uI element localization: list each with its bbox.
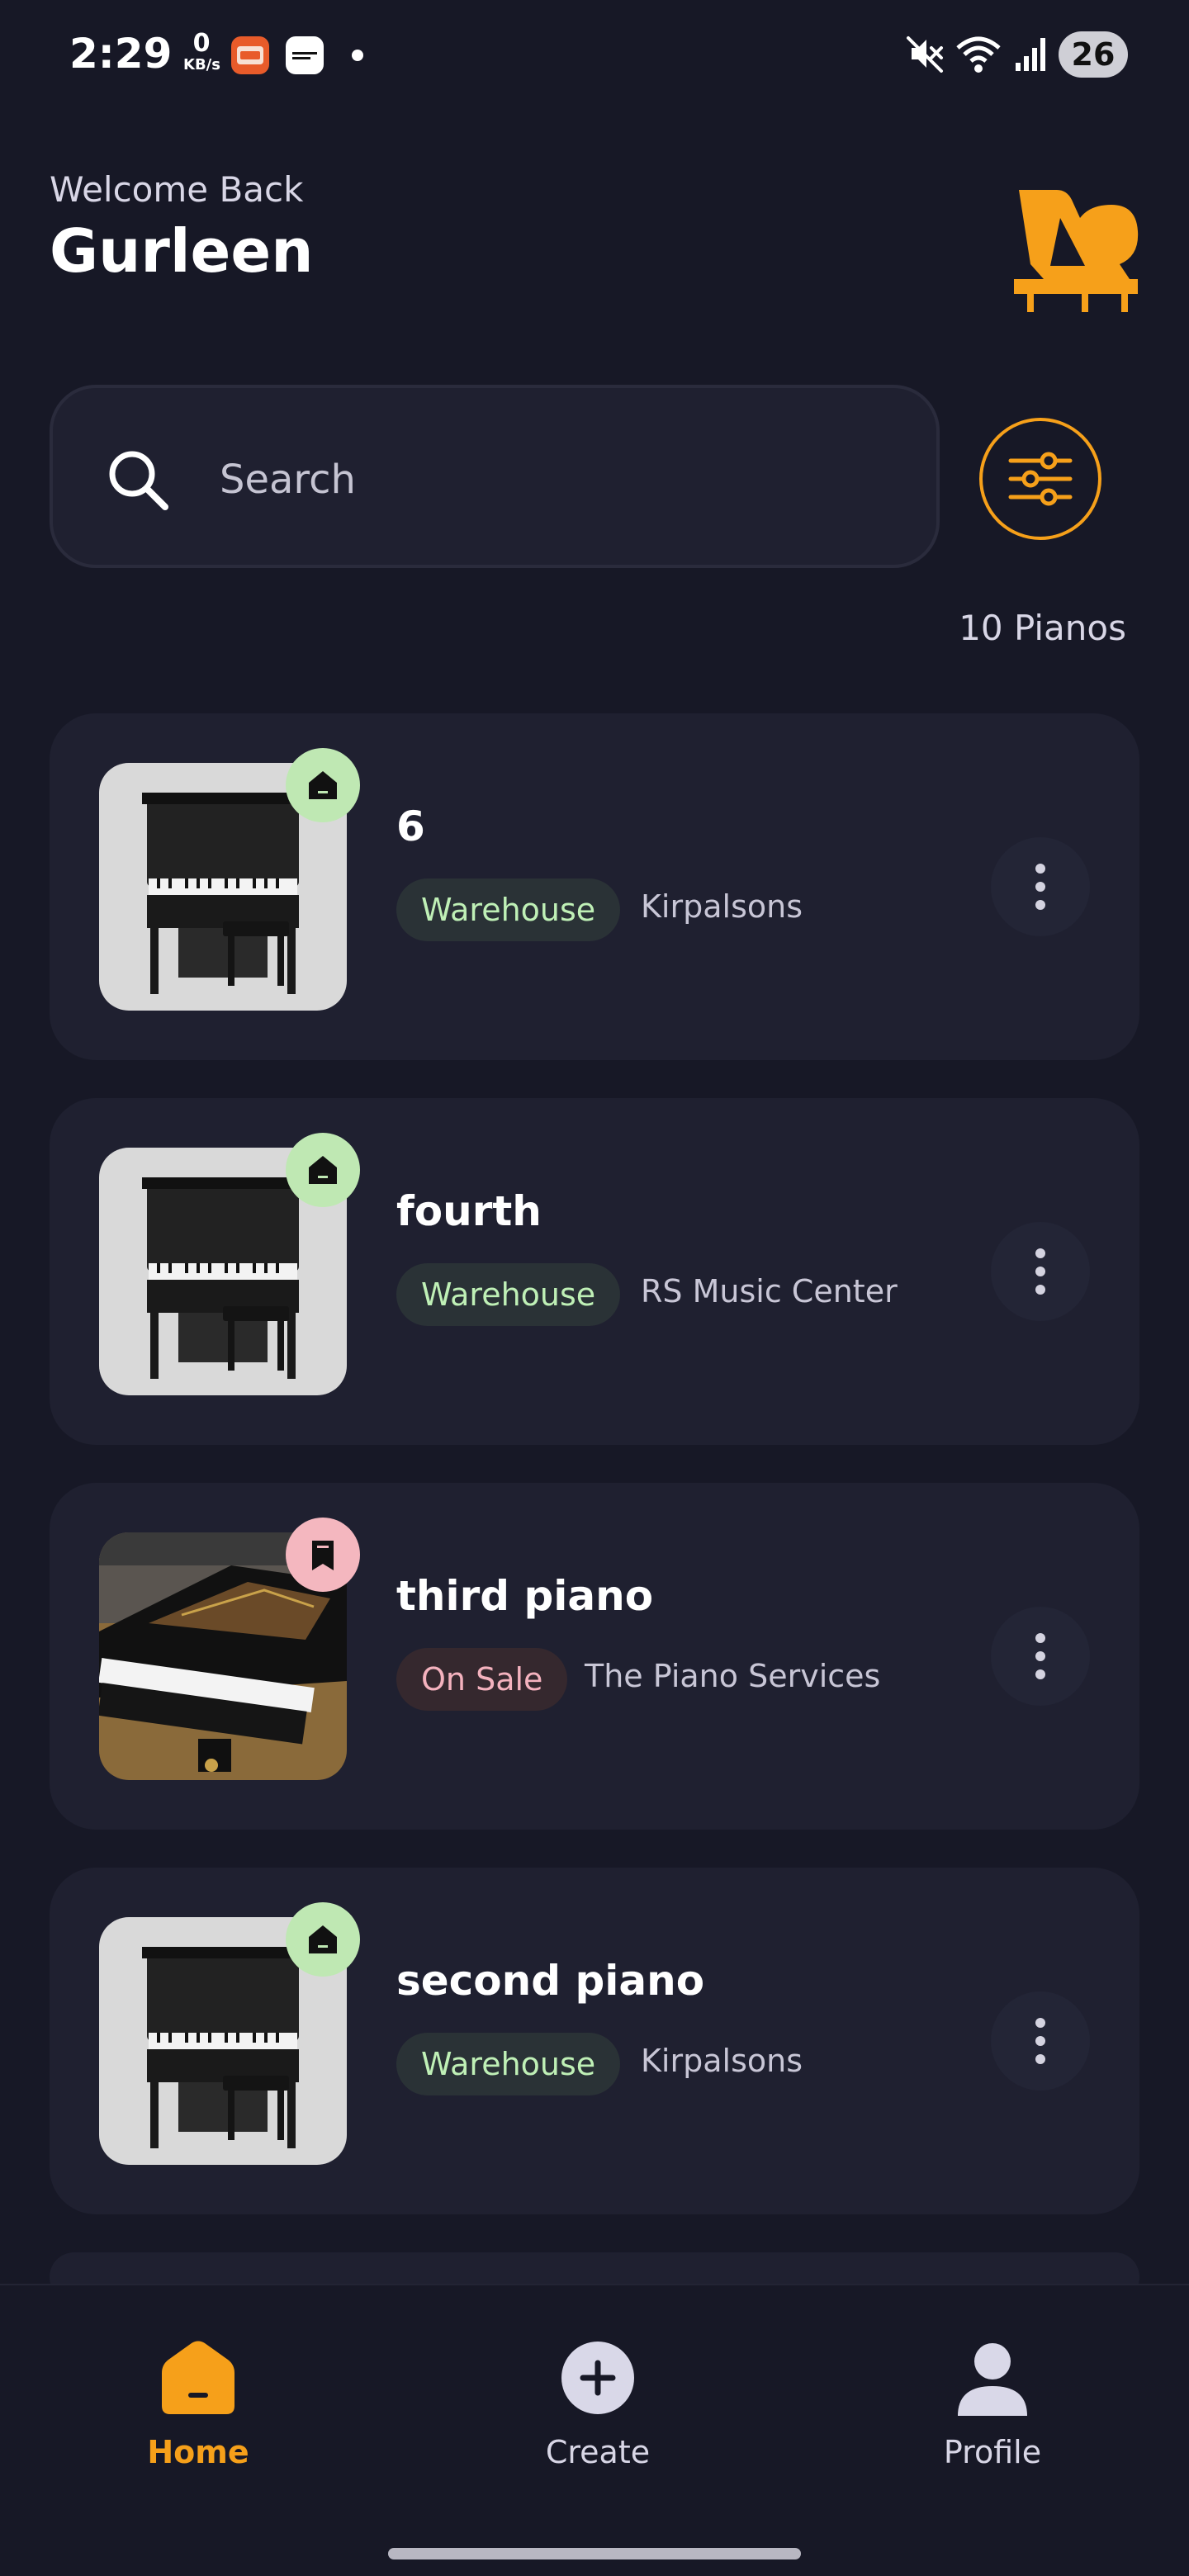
piano-name: fourth: [396, 1187, 542, 1235]
user-name: Gurleen: [50, 216, 314, 286]
home-icon: [309, 1925, 337, 1953]
more-options-button[interactable]: [991, 1607, 1090, 1706]
sliders-icon: [1008, 452, 1073, 506]
piano-count: 10 Pianos: [959, 608, 1126, 648]
grand-piano-logo: [1014, 190, 1139, 312]
search-input[interactable]: [218, 446, 882, 514]
nav-profile[interactable]: Profile: [885, 2340, 1100, 2470]
bookmark-badge: [286, 1518, 360, 1592]
welcome-text: Welcome Back: [50, 169, 304, 210]
status-bar: 2:29 0 KB/s 26: [0, 0, 1189, 107]
news-app-icon: [286, 36, 324, 74]
notification-dot: [352, 50, 363, 61]
nav-create-label: Create: [545, 2434, 651, 2470]
nav-home-label: Home: [147, 2434, 249, 2470]
piano-name: third piano: [396, 1572, 654, 1620]
piano-name: second piano: [396, 1957, 705, 2005]
home-icon: [309, 771, 337, 799]
piano-card[interactable]: second piano Warehouse Kirpalsons: [50, 1868, 1139, 2214]
battery-level: 26: [1071, 36, 1116, 73]
nav-profile-label: Profile: [943, 2434, 1042, 2470]
battery-icon: 26: [1059, 31, 1128, 78]
wifi-icon: [956, 36, 1001, 73]
status-time: 2:29: [69, 30, 173, 78]
piano-card[interactable]: third piano On Sale The Piano Services: [50, 1483, 1139, 1830]
net-speed-value: 0: [192, 29, 211, 58]
search-icon: [109, 451, 168, 510]
nav-home[interactable]: Home: [91, 2340, 306, 2470]
mute-icon: [907, 36, 943, 73]
store-name: The Piano Services: [585, 1658, 881, 1694]
more-options-button[interactable]: [991, 837, 1090, 936]
nav-create[interactable]: Create: [490, 2340, 705, 2470]
more-options-button[interactable]: [991, 1991, 1090, 2091]
store-name: Kirpalsons: [641, 2043, 803, 2079]
filter-button[interactable]: [979, 418, 1101, 540]
home-icon: [162, 2341, 234, 2414]
status-tag: Warehouse: [396, 1263, 621, 1326]
piano-card[interactable]: fourth Warehouse RS Music Center: [50, 1098, 1139, 1445]
signal-icon: [1016, 38, 1045, 71]
more-options-button[interactable]: [991, 1222, 1090, 1321]
net-speed: 0 KB/s: [183, 31, 220, 73]
status-tag: On Sale: [396, 1648, 568, 1711]
piano-name: 6: [396, 803, 425, 850]
plus-circle-icon: [561, 2342, 634, 2414]
home-badge: [286, 1133, 360, 1207]
bottom-navigation: Home Create Profile: [0, 2284, 1189, 2538]
status-tag: Warehouse: [396, 878, 621, 941]
home-icon: [309, 1156, 337, 1184]
net-speed-unit: KB/s: [183, 56, 220, 73]
home-badge: [286, 1902, 360, 1977]
apollo-app-icon: [231, 36, 269, 74]
status-tag: Warehouse: [396, 2033, 621, 2095]
store-name: Kirpalsons: [641, 888, 803, 925]
person-icon: [958, 2343, 1027, 2416]
piano-card[interactable]: 6 Warehouse Kirpalsons: [50, 713, 1139, 1060]
store-name: RS Music Center: [641, 1273, 898, 1309]
home-badge: [286, 748, 360, 822]
home-indicator[interactable]: [388, 2548, 801, 2559]
search-bar[interactable]: [50, 385, 940, 568]
bookmark-icon: [312, 1541, 334, 1570]
